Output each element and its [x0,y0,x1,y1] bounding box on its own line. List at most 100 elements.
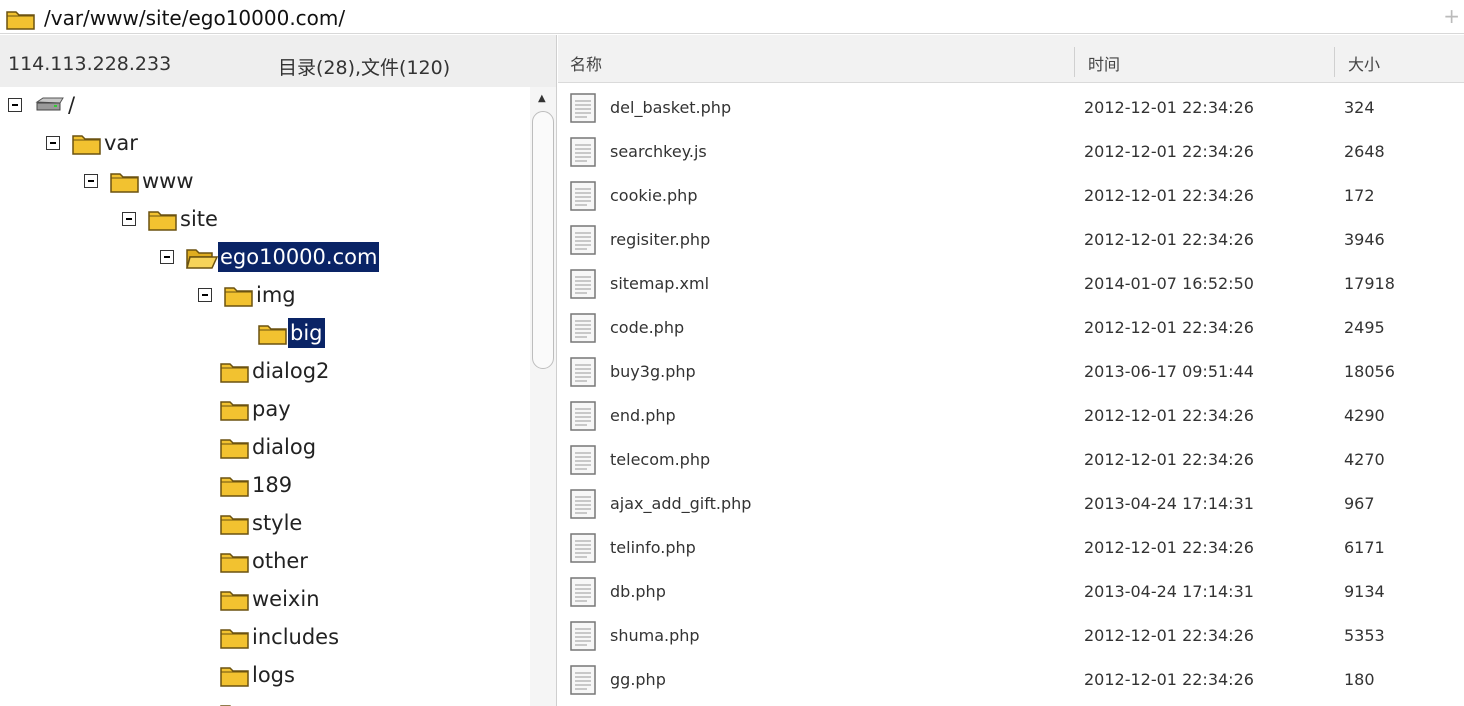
file-size: 172 [1344,186,1375,205]
tree-node[interactable]: 189 [220,467,294,503]
tree-node[interactable]: / [8,87,77,123]
file-name[interactable]: end.php [610,406,676,425]
table-row[interactable]: del_basket.php 2012-12-01 22:34:26 324 [558,85,1464,129]
table-row[interactable]: end.php 2012-12-01 22:34:26 4290 [558,393,1464,437]
column-divider[interactable] [1334,47,1335,77]
tree-node-label[interactable]: site [178,204,220,234]
tree-scrollbar[interactable]: ▲ [530,87,556,706]
tree-node[interactable]: www [84,163,196,199]
column-header-size[interactable]: 大小 [1348,51,1380,75]
tree-node-label[interactable]: dialog [250,432,318,462]
tree-node-label[interactable]: ego10000.com [218,242,380,272]
tree-node-label[interactable]: var [102,128,140,158]
tree-node[interactable]: dialog [220,429,318,465]
tree-node-label[interactable]: logs [250,660,297,690]
file-name[interactable]: sitemap.xml [610,274,709,293]
file-time: 2013-04-24 17:14:31 [1084,582,1254,601]
folder-icon [220,397,250,421]
file-size: 2495 [1344,318,1385,337]
file-icon [570,577,596,611]
file-name[interactable]: telecom.php [610,450,710,469]
file-list-header: 名称 时间 大小 [558,35,1464,83]
folder-icon [258,321,288,345]
tree-node-label[interactable]: other [250,546,310,576]
file-icon [570,533,596,567]
file-name[interactable]: db.php [610,582,666,601]
file-name[interactable]: buy3g.php [610,362,696,381]
tree-node[interactable]: weixin [220,581,322,617]
file-name[interactable]: searchkey.js [610,142,707,161]
tree-node-label[interactable]: big [288,318,325,348]
tree-node-label[interactable]: style [250,508,304,538]
file-name[interactable]: telinfo.php [610,538,696,557]
collapse-toggle-icon[interactable] [8,98,22,112]
file-size: 4290 [1344,406,1385,425]
file-icon [570,93,596,127]
tree-node[interactable]: style [220,505,304,541]
table-row[interactable]: ajax_add_gift.php 2013-04-24 17:14:31 967 [558,481,1464,525]
table-row[interactable]: cookie.php 2012-12-01 22:34:26 172 [558,173,1464,217]
tree-node-label[interactable]: 189 [250,470,294,500]
tree-node-label[interactable]: img [254,280,298,310]
file-time: 2014-01-07 16:52:50 [1084,274,1254,293]
tree-node[interactable]: dialog2 [220,353,331,389]
collapse-toggle-icon[interactable] [46,136,60,150]
file-name[interactable]: code.php [610,318,684,337]
tree-node-label[interactable]: dialog2 [250,356,331,386]
tree-node[interactable]: includes [220,619,341,655]
file-time: 2012-12-01 22:34:26 [1084,538,1254,557]
tree-node[interactable]: other [220,543,310,579]
table-row[interactable]: searchkey.js 2012-12-01 22:34:26 2648 [558,129,1464,173]
table-row[interactable]: code.php 2012-12-01 22:34:26 2495 [558,305,1464,349]
tree-node[interactable]: ego10000.com [160,239,380,275]
table-row[interactable]: shuma.php 2012-12-01 22:34:26 5353 [558,613,1464,657]
tree-node-label[interactable]: www [140,166,196,196]
file-icon [570,313,596,347]
column-header-time[interactable]: 时间 [1088,51,1120,75]
folder-open-icon [186,245,218,269]
file-icon [570,665,596,699]
table-row[interactable]: sitemap.xml 2014-01-07 16:52:50 17918 [558,261,1464,305]
path-bar: /var/www/site/ego10000.com/ + [0,0,1464,34]
add-icon[interactable]: + [1443,4,1460,28]
table-row[interactable]: telecom.php 2012-12-01 22:34:26 4270 [558,437,1464,481]
table-row[interactable]: telinfo.php 2012-12-01 22:34:26 6171 [558,525,1464,569]
column-header-name[interactable]: 名称 [570,51,602,75]
server-ip: 114.113.228.233 [8,53,172,75]
tree-node[interactable]: logs [220,657,297,693]
tree-node[interactable]: site [122,201,220,237]
tree-node[interactable]: img [198,277,298,313]
folder-icon [220,701,250,706]
tree-node-label[interactable]: weixin [250,584,322,614]
tree-node[interactable] [220,695,254,706]
collapse-toggle-icon[interactable] [198,288,212,302]
collapse-toggle-icon[interactable] [84,174,98,188]
folder-icon [220,549,250,573]
file-icon [570,357,596,391]
file-name[interactable]: regisiter.php [610,230,710,249]
tree-node-label[interactable]: includes [250,622,341,652]
table-row[interactable]: db.php 2013-04-24 17:14:31 9134 [558,569,1464,613]
tree-node[interactable]: pay [220,391,293,427]
current-path[interactable]: /var/www/site/ego10000.com/ [44,6,345,30]
file-name[interactable]: shuma.php [610,626,700,645]
collapse-toggle-icon[interactable] [122,212,136,226]
file-name[interactable]: gg.php [610,670,666,689]
file-name[interactable]: del_basket.php [610,98,731,117]
table-row[interactable]: buy3g.php 2013-06-17 09:51:44 18056 [558,349,1464,393]
tree-node-label[interactable]: / [66,90,77,120]
column-divider[interactable] [1074,47,1075,77]
table-row[interactable]: gg.php 2012-12-01 22:34:26 180 [558,657,1464,701]
scroll-up-arrow-icon[interactable]: ▲ [538,93,546,104]
folder-icon [148,207,178,231]
tree-node-label[interactable]: pay [250,394,293,424]
file-icon [570,181,596,215]
tree-node[interactable]: big [258,315,325,351]
table-row[interactable]: regisiter.php 2012-12-01 22:34:26 3946 [558,217,1464,261]
file-name[interactable]: cookie.php [610,186,697,205]
tree-node[interactable]: var [46,125,140,161]
file-name[interactable]: ajax_add_gift.php [610,494,751,513]
scrollbar-thumb[interactable] [532,111,554,369]
file-icon [570,489,596,523]
collapse-toggle-icon[interactable] [160,250,174,264]
